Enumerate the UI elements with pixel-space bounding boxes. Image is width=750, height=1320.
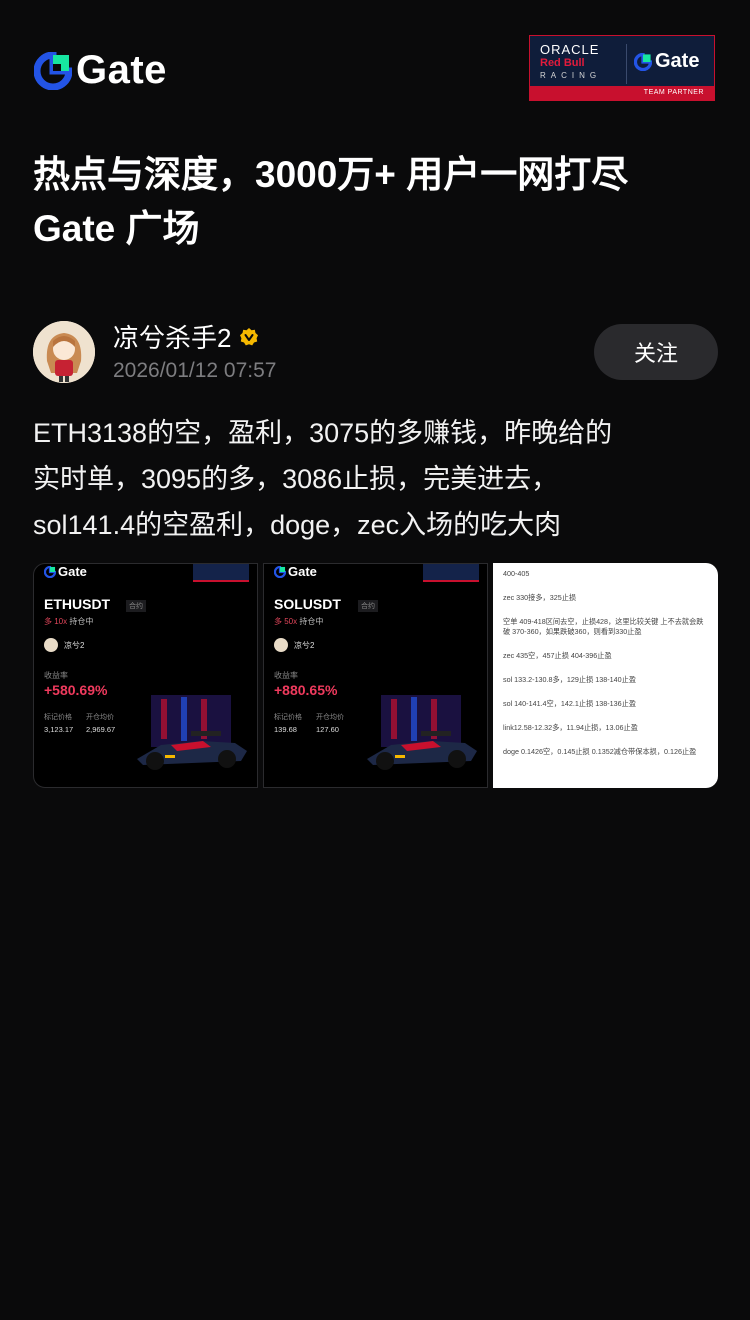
headline-line1: 热点与深度，3000万+ 用户一网打尽: [33, 154, 629, 195]
card-roi: +880.65%: [274, 682, 338, 698]
card-tag: 合约: [358, 600, 378, 612]
gate-logo-icon: [34, 51, 72, 90]
partner-gate-logo: Gate: [634, 50, 699, 73]
card-gate-logo: Gate: [274, 564, 317, 579]
card-mark-label: 标记价格: [274, 714, 302, 721]
card-brand: Gate: [288, 564, 317, 579]
note-line: doge 0.1426空，0.145止损 0.1352减仓带保本损，0.126止…: [503, 747, 697, 756]
post-body: ETH3138的空，盈利，3075的多赚钱，昨晚给的 实时单，3095的多，30…: [33, 410, 723, 548]
card-pair: SOLUSDT: [274, 596, 341, 612]
card-position: 多 10x 持仓中: [44, 616, 93, 627]
partner-redbull: Red Bull: [540, 57, 585, 69]
verified-badge-icon: [240, 327, 259, 345]
red-bull-partner-badge: ORACLE Red Bull RACING Gate TEAM PARTNER: [529, 35, 715, 101]
gate-logo[interactable]: Gate: [34, 48, 167, 93]
note-line: sol 133.2-130.8多，129止损 138-140止盈: [503, 675, 637, 684]
post-images: Gate ETHUSDT 合约 多 10x 持仓中 凉兮2 收益率 +580.6…: [33, 563, 718, 788]
avatar-image: [33, 321, 95, 383]
card-gate-icon: [274, 565, 286, 578]
card-position: 多 50x 持仓中: [274, 616, 323, 627]
headline-line2: Gate 广场: [33, 208, 200, 249]
page-headline: 热点与深度，3000万+ 用户一网打尽 Gate 广场: [33, 148, 723, 256]
post-text-line2: 实时单，3095的多，3086止损，完美进去，: [33, 464, 559, 494]
note-line: 400-405: [503, 569, 530, 578]
card-gate-icon: [44, 565, 56, 578]
card-mark-price: 3,123.17: [44, 725, 74, 734]
card-user: 凉兮2: [294, 641, 315, 650]
post-image-2[interactable]: Gate SOLUSDT 合约 多 50x 持仓中 凉兮2 收益率 +880.6…: [263, 563, 488, 788]
card-entry-price: 127.60: [316, 725, 339, 734]
card-avatar: [274, 638, 288, 652]
card-leverage: 多 50x: [274, 617, 298, 626]
card-tag: 合约: [126, 600, 146, 612]
brand-name: Gate: [76, 48, 167, 92]
note-line: zec 435空，457止损 404-396止盈: [503, 651, 612, 660]
race-car-image: [137, 695, 247, 770]
card-leverage: 多 10x: [44, 617, 68, 626]
card-avatar: [44, 638, 58, 652]
post-image-3-notes[interactable]: 400-405 zec 330接多，325止损 空单 409-418区间去空，止…: [493, 563, 718, 788]
card-mark-label: 标记价格: [44, 714, 72, 721]
card-user: 凉兮2: [64, 641, 85, 650]
note-line: link12.58-12.32多，11.94止损，13.06止盈: [503, 723, 638, 732]
partner-racing: RACING: [540, 71, 602, 80]
gate-mini-icon: [634, 52, 652, 71]
username[interactable]: 凉兮杀手2: [113, 318, 231, 355]
race-car-image: [367, 695, 477, 770]
partner-divider: [626, 44, 627, 84]
post-text-line1: ETH3138的空，盈利，3075的多赚钱，昨晚给的: [33, 418, 613, 448]
card-entry-label: 开仓均价: [86, 714, 114, 721]
post-timestamp: 2026/01/12 07:57: [113, 359, 277, 382]
card-roi-label: 收益率: [274, 671, 298, 680]
card-partner-badge: [423, 564, 479, 582]
post-author[interactable]: 凉兮杀手2: [113, 318, 259, 355]
post-image-1[interactable]: Gate ETHUSDT 合约 多 10x 持仓中 凉兮2 收益率 +580.6…: [33, 563, 258, 788]
card-entry-label: 开仓均价: [316, 714, 344, 721]
partner-tag: TEAM PARTNER: [530, 86, 714, 100]
partner-gate-name: Gate: [655, 50, 700, 72]
card-pair: ETHUSDT: [44, 596, 111, 612]
card-partner-badge: [193, 564, 249, 582]
post-text-line3: sol141.4的空盈利，doge，zec入场的吃大肉: [33, 510, 562, 540]
note-line: zec 330接多，325止损: [503, 593, 577, 602]
card-gate-logo: Gate: [44, 564, 87, 579]
card-entry-price: 2,969.67: [86, 725, 116, 734]
card-status: 持仓中: [299, 617, 324, 626]
note-line: sol 140-141.4空，142.1止损 138-136止盈: [503, 699, 637, 708]
follow-button[interactable]: 关注: [594, 324, 718, 380]
note-line: 空单 409-418区间去空，止损428，这里比较关键 上不去就会跌破 370-…: [503, 617, 704, 636]
avatar[interactable]: [33, 321, 95, 383]
card-roi: +580.69%: [44, 682, 108, 698]
card-brand: Gate: [58, 564, 87, 579]
card-status: 持仓中: [69, 617, 94, 626]
card-mark-price: 139.68: [274, 725, 297, 734]
card-roi-label: 收益率: [44, 671, 68, 680]
partner-oracle: ORACLE: [540, 42, 600, 57]
